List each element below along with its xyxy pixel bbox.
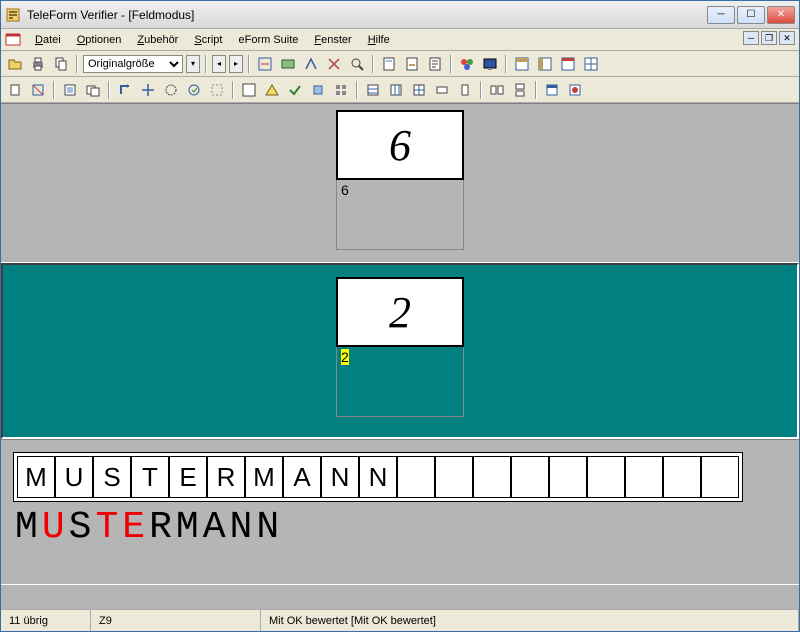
name-scan-boxes: MUSTERMANN	[13, 452, 743, 502]
layout-2-icon[interactable]	[535, 54, 555, 74]
scan-char	[625, 456, 663, 498]
toolbar-1: Originalgröße ▾ ◂ ▸	[1, 51, 799, 77]
field-band-1: 6 6	[1, 103, 799, 263]
mdi-restore-button[interactable]: ❐	[761, 31, 777, 45]
tool-b-icon[interactable]	[278, 54, 298, 74]
t2-h-icon[interactable]	[184, 80, 204, 100]
scan-char: T	[131, 456, 169, 498]
t2-c-icon[interactable]	[60, 80, 80, 100]
tool-a-icon[interactable]	[255, 54, 275, 74]
prev-button[interactable]: ◂	[212, 55, 226, 73]
t2-v-icon[interactable]	[542, 80, 562, 100]
mdi-close-button[interactable]: ✕	[779, 31, 795, 45]
color-icon[interactable]	[457, 54, 477, 74]
t2-s-icon[interactable]	[455, 80, 475, 100]
open-icon[interactable]	[5, 54, 25, 74]
field-1-image: 6	[336, 110, 464, 180]
scan-char: M	[17, 456, 55, 498]
copy-icon[interactable]	[51, 54, 71, 74]
form-a-icon[interactable]	[379, 54, 399, 74]
toolbar-2	[1, 77, 799, 103]
app-small-icon	[5, 32, 21, 48]
name-typed[interactable]: MUSTERMANN	[13, 502, 787, 553]
scan-char	[663, 456, 701, 498]
close-button[interactable]: ✕	[767, 6, 795, 24]
menu-fenster[interactable]: Fenster	[306, 32, 359, 48]
scan-char: E	[169, 456, 207, 498]
t2-k-icon[interactable]	[262, 80, 282, 100]
t2-q-icon[interactable]	[409, 80, 429, 100]
scan-char	[701, 456, 739, 498]
next-button[interactable]: ▸	[229, 55, 243, 73]
zoom-down-button[interactable]: ▾	[186, 55, 200, 73]
status-remaining: 11 übrig	[1, 610, 91, 631]
t2-g-icon[interactable]	[161, 80, 181, 100]
t2-i-icon[interactable]	[207, 80, 227, 100]
menu-script[interactable]: Script	[186, 32, 230, 48]
menu-datei[interactable]: Datei	[27, 32, 69, 48]
menu-zubehör[interactable]: Zubehör	[129, 32, 186, 48]
scan-char	[435, 456, 473, 498]
form-c-icon[interactable]	[425, 54, 445, 74]
t2-p-icon[interactable]	[386, 80, 406, 100]
field-band-3: MUSTERMANN MUSTERMANN	[1, 439, 799, 585]
screen-icon[interactable]	[480, 54, 500, 74]
t2-a-icon[interactable]	[5, 80, 25, 100]
scan-char: U	[55, 456, 93, 498]
menubar: DateiOptionenZubehörScripteForm SuiteFen…	[1, 29, 799, 51]
field-band-2-active: 2 2	[1, 263, 799, 439]
t2-d-icon[interactable]	[83, 80, 103, 100]
t2-j-icon[interactable]	[239, 80, 259, 100]
field-1-value[interactable]: 6	[336, 180, 464, 250]
layout-1-icon[interactable]	[512, 54, 532, 74]
field-2-value[interactable]: 2	[336, 347, 464, 417]
scan-char	[511, 456, 549, 498]
status-loc: Z9	[91, 610, 261, 631]
t2-f-icon[interactable]	[138, 80, 158, 100]
t2-l-icon[interactable]	[285, 80, 305, 100]
app-icon	[5, 7, 21, 23]
status-message: Mit OK bewertet [Mit OK bewertet]	[261, 610, 799, 631]
scan-char: N	[321, 456, 359, 498]
scan-char	[473, 456, 511, 498]
scan-char: A	[283, 456, 321, 498]
layout-4-icon[interactable]	[581, 54, 601, 74]
zoom-select[interactable]: Originalgröße	[83, 55, 183, 73]
zoom-in-icon[interactable]	[347, 54, 367, 74]
field-1[interactable]: 6 6	[336, 110, 464, 250]
minimize-button[interactable]: ─	[707, 6, 735, 24]
field-2[interactable]: 2 2	[336, 277, 464, 417]
scan-char: S	[93, 456, 131, 498]
window-title: TeleForm Verifier - [Feldmodus]	[27, 8, 705, 22]
t2-e-icon[interactable]	[115, 80, 135, 100]
t2-m-icon[interactable]	[308, 80, 328, 100]
form-b-icon[interactable]	[402, 54, 422, 74]
scan-char	[397, 456, 435, 498]
menu-optionen[interactable]: Optionen	[69, 32, 130, 48]
t2-t-icon[interactable]	[487, 80, 507, 100]
t2-o-icon[interactable]	[363, 80, 383, 100]
t2-w-icon[interactable]	[565, 80, 585, 100]
t2-r-icon[interactable]	[432, 80, 452, 100]
layout-3-icon[interactable]	[558, 54, 578, 74]
mdi-minimize-button[interactable]: ─	[743, 31, 759, 45]
titlebar: TeleForm Verifier - [Feldmodus] ─ ☐ ✕	[1, 1, 799, 29]
scan-char: R	[207, 456, 245, 498]
content-area: 6 6 2 2 MUSTERMANN MUSTERMANN	[1, 103, 799, 609]
maximize-button[interactable]: ☐	[737, 6, 765, 24]
menu-eform-suite[interactable]: eForm Suite	[230, 32, 306, 48]
scan-char	[549, 456, 587, 498]
print-icon[interactable]	[28, 54, 48, 74]
scan-char	[587, 456, 625, 498]
t2-n-icon[interactable]	[331, 80, 351, 100]
menu-hilfe[interactable]: Hilfe	[360, 32, 398, 48]
field-2-image: 2	[336, 277, 464, 347]
statusbar: 11 übrig Z9 Mit OK bewertet [Mit OK bewe…	[1, 609, 799, 631]
tool-d-icon[interactable]	[324, 54, 344, 74]
t2-u-icon[interactable]	[510, 80, 530, 100]
tool-c-icon[interactable]	[301, 54, 321, 74]
scan-char: N	[359, 456, 397, 498]
scan-char: M	[245, 456, 283, 498]
t2-b-icon[interactable]	[28, 80, 48, 100]
